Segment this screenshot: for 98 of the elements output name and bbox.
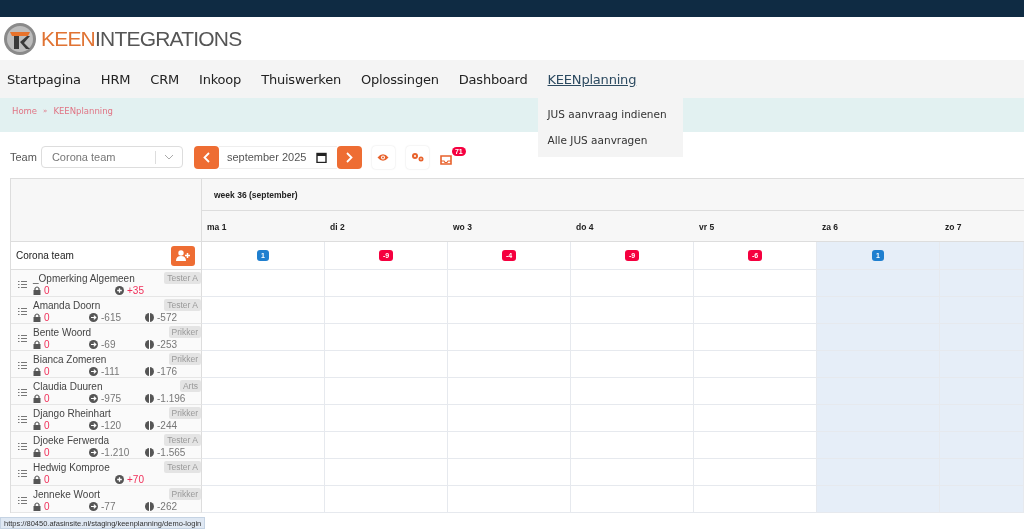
- previous-button[interactable]: [193, 145, 219, 169]
- chevron-left-icon: [202, 151, 210, 163]
- drag-handle-icon: [18, 470, 27, 477]
- logo-wordmark: KEENINTEGRATIONS: [41, 26, 242, 51]
- role-tag: Prikker: [168, 407, 201, 419]
- day-header: wo 3: [448, 211, 571, 242]
- nav-link[interactable]: KEENplanning: [547, 71, 637, 87]
- locked-value: 0: [44, 339, 50, 350]
- drag-handle-icon: [18, 443, 27, 450]
- person-name: Bianca Zomeren: [33, 353, 107, 365]
- drag-handle-icon: [18, 497, 27, 504]
- lock-icon: [33, 340, 41, 349]
- balance-value: -572: [157, 312, 177, 323]
- day-header: za 6: [817, 211, 940, 242]
- balance-value: -176: [157, 366, 177, 377]
- balance-value: -77: [101, 501, 116, 512]
- calendar-icon: [315, 151, 327, 163]
- drag-handle-icon: [18, 335, 27, 342]
- nav-link[interactable]: HRM: [100, 71, 131, 87]
- locked-value: 0: [44, 501, 50, 512]
- balance-value: -69: [101, 339, 116, 350]
- locked-value: 0: [44, 420, 50, 431]
- lock-icon: [33, 394, 41, 403]
- person-name: _Opmerking Algemeen: [33, 272, 135, 284]
- add-user-icon: [176, 250, 190, 261]
- menu-item[interactable]: Alle JUS aanvragen: [537, 126, 683, 153]
- day-header: vr 5: [694, 211, 817, 242]
- person-name: Bente Woord: [33, 326, 92, 338]
- person-name: Djoeke Ferwerda: [33, 434, 110, 446]
- day-header: ma 1: [202, 211, 325, 242]
- chevron-down-icon: [163, 154, 174, 160]
- role-tag: Tester A: [164, 299, 201, 311]
- person-name: Amanda Doorn: [33, 299, 101, 311]
- role-tag: Tester A: [164, 272, 201, 284]
- locked-value: 0: [44, 474, 50, 485]
- nav-link[interactable]: Inkoop: [199, 71, 242, 87]
- balance-value: +35: [127, 285, 144, 296]
- eye-icon: [377, 152, 390, 162]
- drag-handle-icon: [18, 389, 27, 396]
- day-header: di 2: [325, 211, 448, 242]
- lock-icon: [33, 475, 41, 484]
- gears-icon: [410, 152, 424, 162]
- nav-link[interactable]: CRM: [150, 71, 180, 87]
- locked-value: 0: [44, 312, 50, 323]
- balance-value: -1.565: [157, 447, 186, 458]
- balance-value: -975: [101, 393, 121, 404]
- add-user-button[interactable]: [171, 245, 195, 266]
- nav-link[interactable]: Thuiswerken: [261, 71, 342, 87]
- view-button[interactable]: [371, 145, 395, 169]
- lock-icon: [33, 286, 41, 295]
- locked-value: 0: [44, 366, 50, 377]
- drag-handle-icon: [18, 416, 27, 423]
- person-name: Jenneke Woort: [33, 488, 101, 500]
- balance-value: -262: [157, 501, 177, 512]
- next-button[interactable]: [336, 145, 362, 169]
- balance-value: -615: [101, 312, 121, 323]
- role-tag: Prikker: [168, 488, 201, 500]
- nav-link[interactable]: Startpagina: [7, 71, 81, 87]
- lock-icon: [33, 421, 41, 430]
- month-field[interactable]: september 2025: [218, 145, 337, 169]
- team-name: Corona team: [16, 250, 74, 261]
- role-tag: Prikker: [168, 326, 201, 338]
- nav-link[interactable]: Oplossingen: [361, 71, 439, 87]
- balance-value: -111: [101, 366, 120, 377]
- person-name: Claudia Duuren: [33, 380, 103, 392]
- team-select[interactable]: Corona team: [40, 146, 183, 168]
- lock-icon: [33, 502, 41, 511]
- chevron-right-icon: [345, 151, 353, 163]
- balance-value: -1.210: [101, 447, 130, 458]
- menu-item[interactable]: JUS aanvraag indienen: [537, 100, 683, 127]
- role-tag: Tester A: [164, 461, 201, 473]
- person-name: Django Rheinhart: [33, 407, 111, 419]
- role-tag: Prikker: [168, 353, 201, 365]
- lock-icon: [33, 448, 41, 457]
- balance-value: -244: [157, 420, 177, 431]
- logo-icon: [3, 21, 37, 56]
- team-label: Team: [10, 151, 37, 163]
- balance-value: +70: [127, 474, 144, 485]
- role-tag: Tester A: [164, 434, 201, 446]
- drag-handle-icon: [18, 281, 27, 288]
- drag-handle-icon: [18, 362, 27, 369]
- inbox-icon: [439, 155, 452, 165]
- locked-value: 0: [44, 393, 50, 404]
- balance-value: -120: [101, 420, 121, 431]
- day-header: zo 7: [940, 211, 1024, 242]
- week-label: week 36 (september): [214, 189, 298, 200]
- nav-link[interactable]: Dashboard: [458, 71, 528, 87]
- lock-icon: [33, 367, 41, 376]
- lock-icon: [33, 313, 41, 322]
- balance-value: -253: [157, 339, 177, 350]
- role-tag: Arts: [179, 380, 201, 392]
- locked-value: 0: [44, 447, 50, 458]
- day-header: do 4: [571, 211, 694, 242]
- locked-value: 0: [44, 285, 50, 296]
- person-name: Hedwig Komproe: [33, 461, 110, 473]
- settings-button[interactable]: [405, 145, 429, 169]
- drag-handle-icon: [18, 308, 27, 315]
- balance-value: -1.196: [157, 393, 186, 404]
